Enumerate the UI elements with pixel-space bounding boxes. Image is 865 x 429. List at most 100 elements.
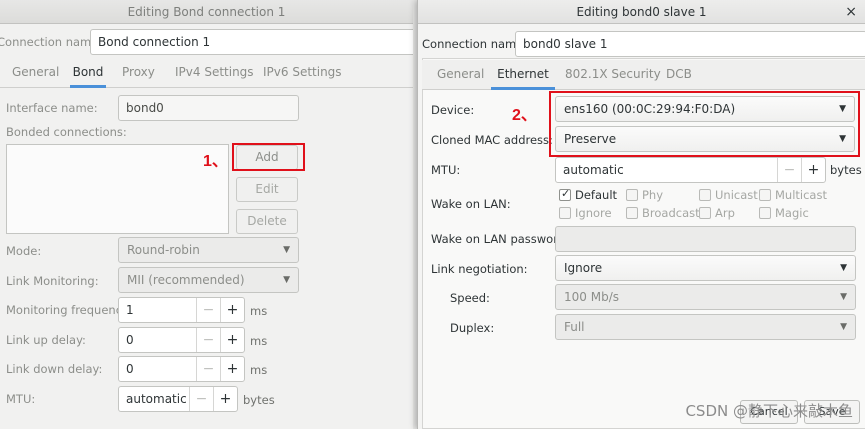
tab-802-1x-security[interactable]: 802.1X Security <box>565 60 661 90</box>
chevron-down-icon: ▼ <box>283 275 290 285</box>
minus-icon[interactable]: − <box>196 298 220 322</box>
mode-dropdown[interactable]: Round-robin ▼ <box>118 237 299 263</box>
checkbox-icon <box>626 207 638 219</box>
link-up-delay-label: Link up delay: <box>6 333 86 347</box>
link-negotiation-dropdown[interactable]: Ignore ▼ <box>555 255 856 281</box>
wol-arp-label: Arp <box>715 206 735 220</box>
link-negotiation-value: Ignore <box>564 261 603 275</box>
tab-proxy[interactable]: Proxy <box>122 58 155 88</box>
monitoring-frequency-spinner[interactable]: 1 − + <box>118 297 245 323</box>
connection-name-label: Connection name: <box>0 35 103 49</box>
duplex-label: Duplex: <box>450 321 495 335</box>
highlight-box-add <box>232 143 305 171</box>
mode-label: Mode: <box>6 244 42 258</box>
mtu-label: MTU: <box>6 392 36 406</box>
tab-bar: General Ethernet 802.1X Security DCB <box>422 60 865 90</box>
speed-label: Speed: <box>450 291 490 305</box>
wol-ignore-label: Ignore <box>575 206 612 220</box>
speed-value: 100 Mb/s <box>564 290 619 304</box>
plus-icon[interactable]: + <box>220 298 244 322</box>
connection-name-input[interactable]: Bond connection 1 <box>90 29 413 55</box>
delete-button[interactable]: Delete <box>236 209 298 234</box>
checkbox-icon <box>699 189 711 201</box>
wol-broadcast-checkbox[interactable]: Broadcast <box>626 206 700 220</box>
wol-arp-checkbox[interactable]: Arp <box>699 206 735 220</box>
connection-name-input[interactable]: bond0 slave 1 <box>515 31 865 57</box>
tab-ipv6-settings[interactable]: IPv6 Settings <box>263 58 342 88</box>
duplex-dropdown[interactable]: Full ▼ <box>555 314 856 340</box>
connection-name-label: Connection name: <box>422 37 528 51</box>
tab-bond[interactable]: Bond <box>70 58 106 88</box>
wol-unicast-checkbox[interactable]: Unicast <box>699 188 758 202</box>
monitoring-frequency-value: 1 <box>126 303 134 317</box>
device-label: Device: <box>431 103 475 117</box>
link-down-delay-spinner[interactable]: 0 − + <box>118 356 245 382</box>
wake-on-lan-password-label: Wake on LAN password: <box>431 232 569 246</box>
chevron-down-icon: ▼ <box>840 322 847 332</box>
checkbox-icon <box>626 189 638 201</box>
checkbox-icon <box>699 207 711 219</box>
unit-ms: ms <box>250 363 268 377</box>
plus-icon[interactable]: + <box>213 387 237 411</box>
window-title: Editing Bond connection 1 <box>0 0 413 24</box>
link-down-delay-value: 0 <box>126 362 134 376</box>
plus-icon[interactable]: + <box>801 158 825 182</box>
tab-general[interactable]: General <box>12 58 59 88</box>
checkbox-icon <box>759 189 771 201</box>
interface-name-label: Interface name: <box>6 101 98 115</box>
plus-icon[interactable]: + <box>220 357 244 381</box>
plus-icon[interactable]: + <box>220 328 244 352</box>
wol-magic-label: Magic <box>775 206 809 220</box>
minus-icon[interactable]: − <box>196 357 220 381</box>
unit-ms: ms <box>250 334 268 348</box>
minus-icon[interactable]: − <box>777 158 801 182</box>
unit-bytes: bytes <box>243 393 275 407</box>
checkbox-icon <box>559 187 571 201</box>
wol-default-checkbox[interactable]: Default <box>559 187 617 202</box>
mode-value: Round-robin <box>127 243 200 257</box>
watermark: CSDN @静下心来敲木鱼 <box>685 402 853 420</box>
speed-dropdown[interactable]: 100 Mb/s ▼ <box>555 284 856 310</box>
link-monitoring-dropdown[interactable]: MII (recommended) ▼ <box>118 267 299 293</box>
bond-connection-window: Editing Bond connection 1 Connection nam… <box>0 0 413 429</box>
bond-slave-window: Editing bond0 slave 1 × Connection name: … <box>417 0 865 429</box>
highlight-box-device <box>549 91 860 157</box>
wake-on-lan-label: Wake on LAN: <box>431 197 511 211</box>
wol-multicast-label: Multicast <box>775 188 827 202</box>
chevron-down-icon: ▼ <box>840 292 847 302</box>
interface-name-input[interactable]: bond0 <box>118 95 299 121</box>
link-up-delay-value: 0 <box>126 333 134 347</box>
tab-bar: General Bond Proxy IPv4 Settings IPv6 Se… <box>0 58 413 88</box>
tab-dcb[interactable]: DCB <box>666 60 692 90</box>
unit-ms: ms <box>250 304 268 318</box>
mtu-value: automatic <box>126 392 187 406</box>
duplex-value: Full <box>564 320 585 334</box>
tab-general[interactable]: General <box>437 60 484 90</box>
unit-bytes: bytes <box>830 163 862 177</box>
chevron-down-icon: ▼ <box>840 263 847 273</box>
tab-ipv4-settings[interactable]: IPv4 Settings <box>175 58 254 88</box>
edit-button[interactable]: Edit <box>236 177 298 202</box>
window-title-text: Editing bond0 slave 1 <box>576 5 707 19</box>
annotation-step-1: 1、 <box>203 153 228 170</box>
tab-ethernet[interactable]: Ethernet <box>491 60 555 90</box>
wol-phy-checkbox[interactable]: Phy <box>626 188 663 202</box>
minus-icon[interactable]: − <box>189 387 213 411</box>
annotation-step-2: 2、 <box>512 107 537 124</box>
checkbox-icon <box>759 207 771 219</box>
close-icon[interactable]: × <box>845 0 857 24</box>
mtu-label: MTU: <box>431 163 461 177</box>
mtu-spinner[interactable]: automatic − + <box>555 157 826 183</box>
wake-on-lan-password-input[interactable] <box>555 226 856 252</box>
wol-multicast-checkbox[interactable]: Multicast <box>759 188 827 202</box>
mtu-value: automatic <box>563 163 624 177</box>
wol-ignore-checkbox[interactable]: Ignore <box>559 206 612 220</box>
minus-icon[interactable]: − <box>196 328 220 352</box>
link-up-delay-spinner[interactable]: 0 − + <box>118 327 245 353</box>
mtu-spinner[interactable]: automatic − + <box>118 386 238 412</box>
link-negotiation-label: Link negotiation: <box>431 262 528 276</box>
wol-phy-label: Phy <box>642 188 664 202</box>
bonded-connections-label: Bonded connections: <box>6 125 127 139</box>
wol-magic-checkbox[interactable]: Magic <box>759 206 809 220</box>
bonded-connections-list[interactable] <box>6 144 229 234</box>
